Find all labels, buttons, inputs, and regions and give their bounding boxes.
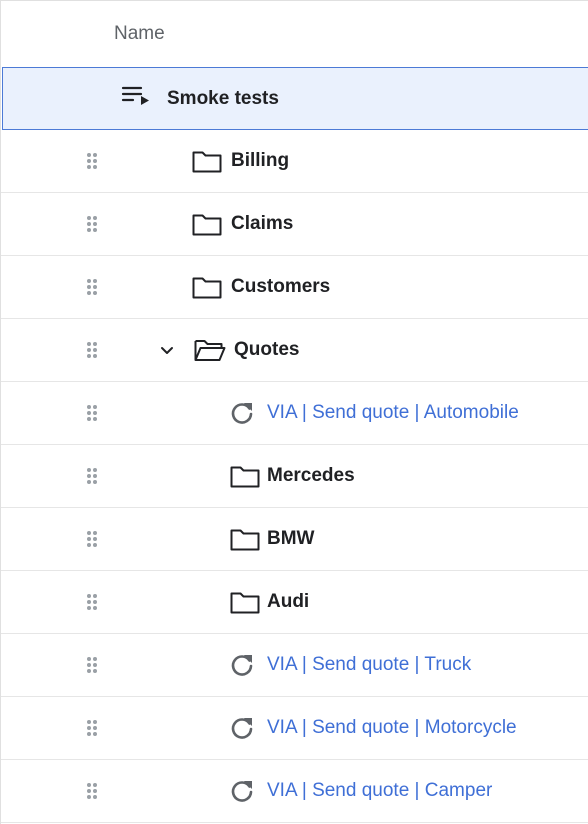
chevron-down-icon[interactable] xyxy=(158,342,176,360)
test-tree: Name Smoke tests Billing Claims Customers Qu… xyxy=(0,0,588,824)
row-label: Audi xyxy=(267,591,310,612)
drag-handle-icon[interactable] xyxy=(86,278,98,296)
folder-icon xyxy=(191,274,223,305)
test-link[interactable]: VIA | Send quote | Automobile xyxy=(267,402,519,424)
row-label: BMW xyxy=(267,528,315,549)
folder-row[interactable]: Audi xyxy=(1,571,588,634)
folder-icon xyxy=(191,148,223,179)
drag-handle-icon[interactable] xyxy=(86,404,98,422)
suite-icon xyxy=(121,85,151,114)
folder-row[interactable]: BMW xyxy=(1,508,588,571)
folder-icon xyxy=(229,463,261,494)
folder-row[interactable]: Customers xyxy=(1,256,588,319)
folder-row[interactable]: Quotes xyxy=(1,319,588,382)
folder-icon xyxy=(229,526,261,557)
folder-row[interactable]: Claims xyxy=(1,193,588,256)
test-row[interactable]: VIA | Send quote | Camper xyxy=(1,760,588,823)
drag-handle-icon[interactable] xyxy=(86,467,98,485)
folder-row[interactable]: Billing xyxy=(1,130,588,193)
drag-handle-icon[interactable] xyxy=(86,656,98,674)
folder-icon xyxy=(191,211,223,242)
test-link[interactable]: VIA | Send quote | Camper xyxy=(267,780,492,802)
row-label: Claims xyxy=(231,213,294,234)
row-label: Billing xyxy=(231,150,290,171)
refresh-test-icon xyxy=(229,715,255,746)
test-link[interactable]: VIA | Send quote | Truck xyxy=(267,654,471,676)
name-column-header[interactable]: Name xyxy=(114,23,165,45)
row-label: Customers xyxy=(231,276,331,297)
drag-handle-icon[interactable] xyxy=(86,719,98,737)
row-label: Quotes xyxy=(234,339,300,360)
folder-icon xyxy=(229,589,261,620)
test-row[interactable]: VIA | Send quote | Truck xyxy=(1,634,588,697)
test-row[interactable]: VIA | Send quote | Automobile xyxy=(1,382,588,445)
drag-handle-icon[interactable] xyxy=(86,530,98,548)
drag-handle-icon[interactable] xyxy=(86,215,98,233)
suite-row[interactable]: Smoke tests xyxy=(2,67,588,130)
refresh-test-icon xyxy=(229,400,255,431)
drag-handle-icon[interactable] xyxy=(86,341,98,359)
row-label: Smoke tests xyxy=(167,88,279,109)
refresh-test-icon xyxy=(229,778,255,809)
refresh-test-icon xyxy=(229,652,255,683)
column-header: Name xyxy=(1,1,588,67)
drag-handle-icon[interactable] xyxy=(86,593,98,611)
folder-open-icon xyxy=(193,337,227,368)
row-label: Mercedes xyxy=(267,465,355,486)
test-link[interactable]: VIA | Send quote | Motorcycle xyxy=(267,717,517,739)
drag-handle-icon[interactable] xyxy=(86,152,98,170)
test-row[interactable]: VIA | Send quote | Motorcycle xyxy=(1,697,588,760)
folder-row[interactable]: Mercedes xyxy=(1,445,588,508)
drag-handle-icon[interactable] xyxy=(86,782,98,800)
